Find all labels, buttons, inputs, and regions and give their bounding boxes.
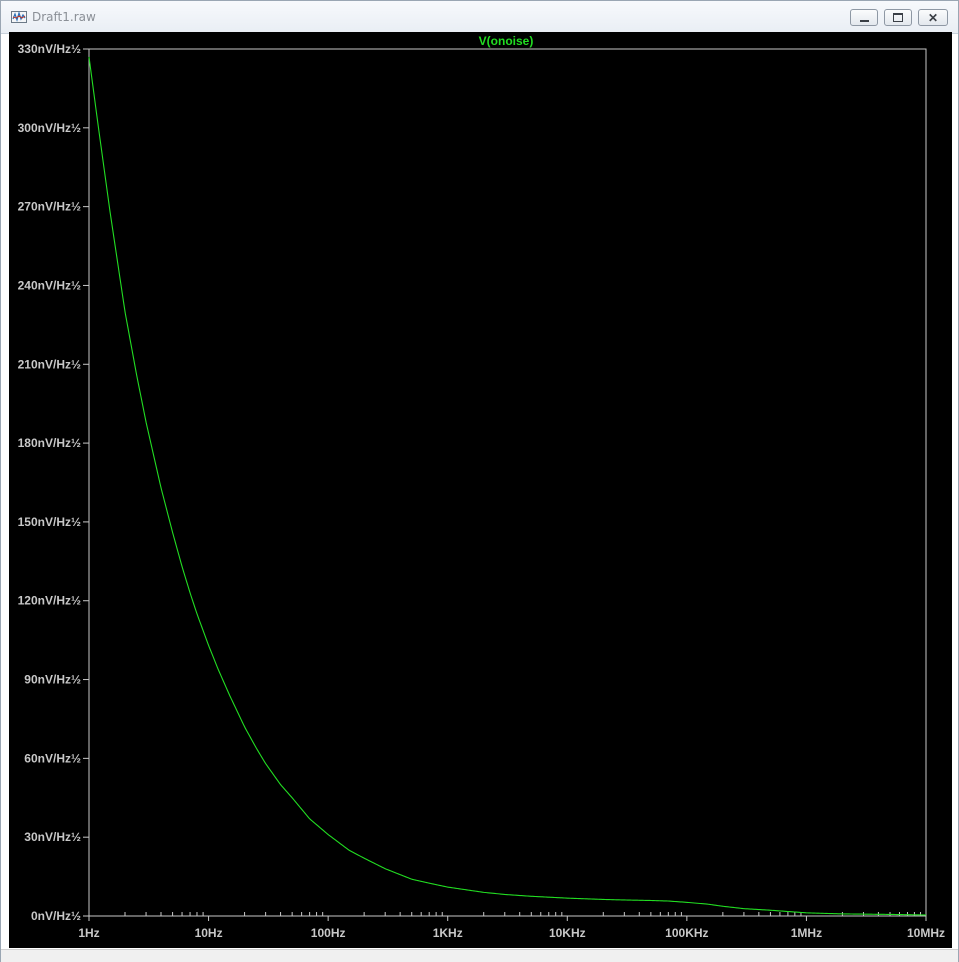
onoise-trace	[88, 56, 927, 916]
plot-pane[interactable]: V(onoise) 1Hz 10Hz 100Hz 1KHz 10KHz 100KHz 1MH…	[9, 32, 952, 948]
y-tick-label: 150nV/Hz½	[18, 515, 81, 529]
y-tick-label: 210nV/Hz½	[18, 357, 81, 371]
waveform-viewer-icon	[11, 10, 27, 23]
minimize-icon	[859, 19, 869, 22]
y-tick-label: 180nV/Hz½	[18, 436, 81, 450]
minimize-button[interactable]	[850, 9, 878, 26]
x-tick-label: 10MHz	[907, 926, 945, 940]
plot-window: Draft1.raw ✕ V(onoise) 1Hz 10Hz 100Hz 1KHz 1…	[0, 0, 959, 962]
maximize-button[interactable]	[884, 9, 912, 26]
y-tick-label: 0nV/Hz½	[31, 909, 81, 923]
x-tick-label: 1Hz	[78, 926, 99, 940]
x-tick-label: 10KHz	[549, 926, 586, 940]
status-bar	[1, 949, 958, 962]
x-tick-label: 100Hz	[311, 926, 346, 940]
x-tick-label: 1MHz	[791, 926, 822, 940]
y-tick-label: 90nV/Hz½	[24, 673, 81, 687]
y-axis: 0nV/Hz½ 30nV/Hz½ 60nV/Hz½ 90nV/Hz½ 120nV/Hz½…	[18, 42, 89, 923]
window-title: Draft1.raw	[32, 10, 96, 24]
y-tick-label: 240nV/Hz½	[18, 278, 81, 292]
x-tick-label: 100KHz	[665, 926, 708, 940]
y-tick-label: 270nV/Hz½	[18, 200, 81, 214]
y-tick-label: 30nV/Hz½	[24, 830, 81, 844]
y-tick-label: 120nV/Hz½	[18, 594, 81, 608]
close-icon: ✕	[927, 10, 939, 25]
plot-frame	[88, 48, 927, 917]
noise-chart[interactable]: V(onoise) 1Hz 10Hz 100Hz 1KHz 10KHz 100KHz 1MH…	[9, 32, 952, 948]
y-tick-label: 300nV/Hz½	[18, 121, 81, 135]
x-tick-label: 10Hz	[195, 926, 223, 940]
close-button[interactable]: ✕	[918, 9, 948, 26]
maximize-icon	[893, 13, 903, 22]
title-bar[interactable]: Draft1.raw ✕	[1, 1, 958, 34]
y-tick-label: 330nV/Hz½	[18, 42, 81, 56]
chart-title[interactable]: V(onoise)	[479, 34, 534, 48]
x-tick-label: 1KHz	[433, 926, 463, 940]
y-tick-label: 60nV/Hz½	[24, 751, 81, 765]
